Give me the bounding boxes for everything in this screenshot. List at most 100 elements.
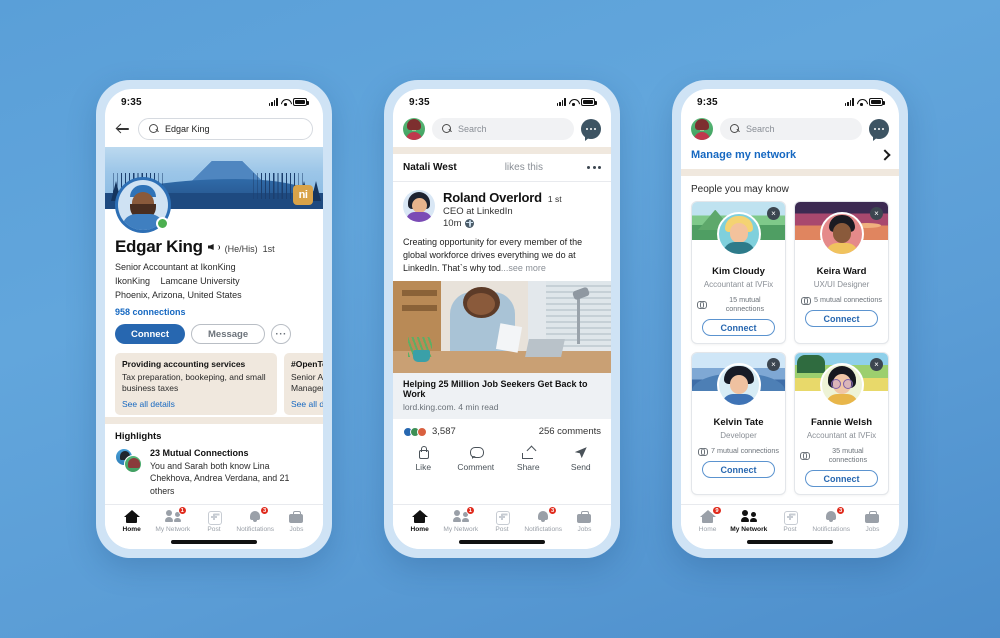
liker-name[interactable]: Natali West — [403, 162, 457, 173]
close-icon[interactable]: × — [870, 358, 883, 371]
connect-button[interactable]: Connect — [702, 319, 775, 336]
profile-company: IkonKing — [115, 276, 151, 286]
info-card[interactable]: #OpenToWork Senior Accountant, Manager S… — [284, 353, 323, 415]
back-arrow-icon[interactable] — [115, 121, 131, 137]
like-button[interactable]: Like — [397, 446, 450, 472]
tab-jobs[interactable]: Jobs — [276, 510, 317, 533]
see-more-link[interactable]: ...see more — [501, 263, 546, 273]
manage-network-row[interactable]: Manage my network — [681, 147, 899, 169]
badge-count: 1 — [177, 506, 187, 515]
tab-home[interactable]: 9 Home — [687, 506, 728, 533]
person-card[interactable]: × Kelvin Tate Developer 7 mutual connect… — [691, 352, 786, 495]
audio-name-icon[interactable] — [208, 241, 220, 253]
info-card-body: Tax preparation, bookeping, and small bu… — [122, 372, 266, 394]
tab-label: Notifictations — [236, 526, 275, 533]
person-card[interactable]: × Keira Ward UX/UI Designer 5 mutual con… — [794, 201, 889, 344]
open-to-work-dot — [156, 217, 169, 230]
message-button[interactable]: Message — [191, 324, 266, 344]
connect-button[interactable]: Connect — [805, 310, 878, 327]
messaging-icon[interactable] — [869, 119, 889, 141]
tab-jobs[interactable]: Jobs — [564, 510, 605, 533]
status-time: 9:35 — [121, 96, 142, 108]
status-icons — [268, 98, 309, 106]
post-text: Creating opportunity for every member of… — [393, 234, 611, 281]
avatar[interactable] — [691, 118, 713, 140]
thumbs-up-icon — [416, 446, 430, 460]
search-input[interactable]: Search — [432, 118, 574, 140]
info-card-title: Providing accounting services — [122, 359, 246, 369]
info-card[interactable]: Providing accounting services Tax prepar… — [115, 353, 277, 415]
bell-icon: 3 — [535, 506, 558, 524]
person-mutuals: 15 mutual connections — [697, 295, 780, 313]
person-avatar — [716, 363, 761, 407]
comment-button[interactable]: Comment — [450, 446, 503, 472]
post-icon — [782, 510, 798, 525]
globe-icon — [465, 219, 475, 228]
highlights-item[interactable]: 23 Mutual Connections You and Sarah both… — [115, 447, 313, 497]
post-article-card[interactable]: Helping 25 Million Job Seekers Get Back … — [393, 373, 611, 420]
tab-home[interactable]: Home — [111, 510, 152, 533]
profile-connections-link[interactable]: 958 connections — [115, 307, 313, 317]
tab-notifications[interactable]: 3 Notifictations — [523, 506, 564, 533]
mutuals-text: 7 mutual connections — [711, 446, 779, 455]
connect-button[interactable]: Connect — [115, 324, 185, 344]
post-image[interactable] — [393, 281, 611, 374]
tab-jobs[interactable]: Jobs — [852, 510, 893, 533]
connect-button[interactable]: Connect — [702, 461, 775, 478]
profile-avatar[interactable] — [115, 177, 171, 233]
people-you-may-know-grid: × Kim Cloudy Accountant at IVFix 15 mutu… — [681, 201, 899, 495]
battery-icon — [869, 98, 885, 106]
tab-notifications[interactable]: 3 Notifictations — [811, 506, 852, 533]
badge-count: 9 — [712, 506, 722, 515]
post-author-name[interactable]: Roland Overlord — [443, 190, 542, 205]
close-icon[interactable]: × — [767, 358, 780, 371]
profile-location: Phoenix, Arizona, United States — [115, 290, 242, 300]
tab-my-network[interactable]: My Network — [728, 510, 769, 533]
connections-icon — [698, 447, 709, 456]
tab-label: Home — [410, 526, 429, 533]
search-row: Edgar King — [105, 115, 323, 147]
share-button[interactable]: Share — [502, 446, 555, 472]
reaction-icons[interactable] — [403, 426, 427, 437]
tab-post[interactable]: Post — [481, 510, 522, 533]
post-author-row: Roland Overlord 1 st — [443, 190, 562, 205]
tab-notifications[interactable]: 3 Notifictations — [235, 506, 276, 533]
search-input[interactable]: Search — [720, 118, 862, 140]
search-input[interactable]: Edgar King — [138, 118, 313, 140]
tab-label: Notifictations — [524, 526, 563, 533]
avatar[interactable] — [403, 118, 425, 140]
tab-home[interactable]: Home — [399, 510, 440, 533]
phone-mockup-feed: 9:35 Search Natali West likes this Rolan… — [384, 80, 620, 558]
info-card-link[interactable]: See all details — [291, 399, 323, 409]
close-icon[interactable]: × — [870, 207, 883, 220]
phone-mockup-profile: 9:35 Edgar King ni Edgar King (He/His) 1… — [96, 80, 332, 558]
tab-my-network[interactable]: 1 My Network — [152, 506, 193, 533]
send-icon — [574, 446, 588, 459]
reaction-count[interactable]: 3,587 — [432, 426, 456, 437]
connect-button[interactable]: Connect — [805, 470, 878, 487]
chevron-right-icon — [879, 149, 891, 161]
network-icon — [740, 510, 757, 524]
battery-icon — [293, 98, 309, 106]
close-icon[interactable]: × — [767, 207, 780, 220]
info-card-link[interactable]: See all details — [122, 399, 270, 409]
tab-my-network[interactable]: 1 My Network — [440, 506, 481, 533]
tab-post[interactable]: Post — [769, 510, 810, 533]
send-button[interactable]: Send — [555, 446, 608, 472]
info-card-title: #OpenToWork — [291, 359, 323, 369]
tab-label: My Network — [443, 526, 479, 533]
search-value: Edgar King — [165, 124, 210, 134]
person-card[interactable]: × Fannie Welsh Accountant at IVFix 35 mu… — [794, 352, 889, 495]
more-options-button[interactable]: ··· — [271, 324, 292, 344]
battery-icon — [581, 98, 597, 106]
status-icons — [556, 98, 597, 106]
person-name: Kelvin Tate — [713, 417, 764, 428]
person-card[interactable]: × Kim Cloudy Accountant at IVFix 15 mutu… — [691, 201, 786, 344]
messaging-icon[interactable] — [581, 119, 601, 141]
post-author-avatar[interactable] — [403, 190, 435, 222]
wifi-icon — [281, 98, 290, 106]
post-menu-icon[interactable] — [587, 166, 601, 169]
comment-count[interactable]: 256 comments — [539, 426, 601, 437]
phone-mockup-network: 9:35 Search Manage my network People you… — [672, 80, 908, 558]
tab-post[interactable]: Post — [193, 510, 234, 533]
